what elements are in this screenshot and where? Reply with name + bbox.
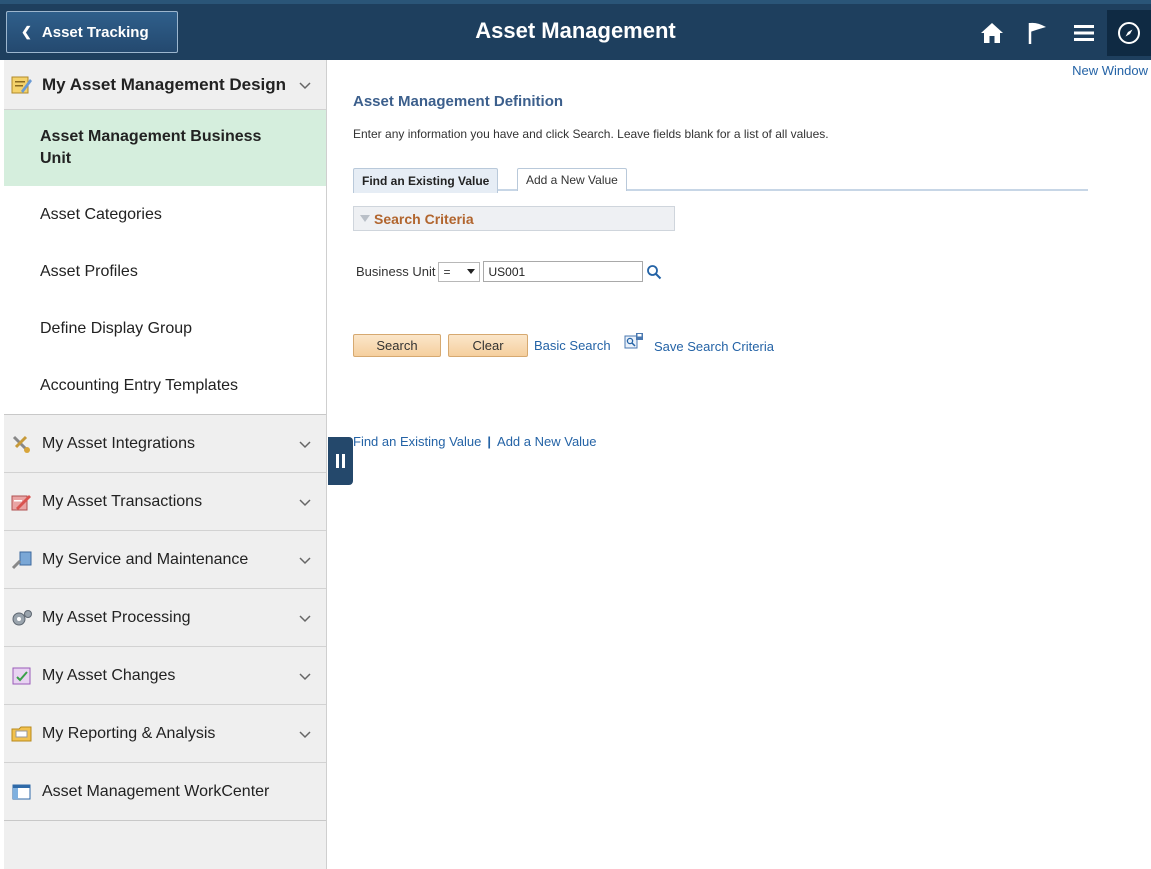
group-my-asset-management-design[interactable]: My Asset Management Design: [4, 60, 326, 110]
flag-icon[interactable]: [1015, 10, 1061, 56]
pause-bar-icon: [336, 454, 339, 468]
clear-button[interactable]: Clear: [448, 334, 528, 357]
page-title: Asset Management Definition: [353, 93, 564, 110]
group-label: My Asset Management Design: [42, 74, 287, 94]
group-my-asset-integrations[interactable]: My Asset Integrations: [4, 415, 326, 473]
search-criteria-title: Search Criteria: [374, 210, 474, 227]
chevron-left-icon: ❮: [21, 24, 32, 39]
chevron-down-icon: [298, 727, 312, 741]
tools-icon: [10, 433, 34, 455]
design-notepad-icon: [10, 74, 34, 96]
tab-find-existing-value[interactable]: Find an Existing Value: [353, 168, 499, 193]
changes-icon: [10, 665, 34, 687]
group-label: My Asset Transactions: [42, 492, 203, 510]
menu-icon[interactable]: [1061, 10, 1107, 56]
group-label: Asset Management WorkCenter: [42, 782, 270, 800]
search-tabs: Find an Existing Value Add a New Value: [353, 168, 1088, 193]
left-navigation-panel: My Asset Management Design Asset Managem…: [4, 60, 327, 869]
pause-bar-icon: [342, 454, 345, 468]
sidebar-item-define-display-group[interactable]: Define Display Group: [4, 300, 326, 357]
group-label: My Reporting & Analysis: [42, 724, 216, 742]
search-button[interactable]: Search: [353, 334, 441, 357]
new-window-link[interactable]: New Window: [1072, 63, 1148, 78]
navbar-compass-icon[interactable]: [1107, 10, 1151, 56]
chevron-down-icon: [298, 553, 312, 567]
group-my-asset-transactions[interactable]: My Asset Transactions: [4, 473, 326, 531]
back-button[interactable]: ❮ Asset Tracking: [6, 11, 178, 53]
lookup-magnifier-icon[interactable]: [646, 264, 662, 280]
group-my-reporting-and-analysis[interactable]: My Reporting & Analysis: [4, 705, 326, 763]
operator-value: =: [443, 264, 451, 279]
collapse-panel-handle[interactable]: [328, 437, 353, 485]
basic-search-link[interactable]: Basic Search: [534, 338, 611, 353]
chevron-down-icon: [298, 611, 312, 625]
home-icon[interactable]: [969, 10, 1015, 56]
gears-icon: [10, 607, 34, 629]
group-my-service-and-maintenance[interactable]: My Service and Maintenance: [4, 531, 326, 589]
sidebar-item-workcenter[interactable]: Asset Management WorkCenter: [4, 763, 326, 821]
sidebar-item-asset-categories[interactable]: Asset Categories: [4, 186, 326, 243]
tab-add-new-value[interactable]: Add a New Value: [517, 168, 627, 191]
sidebar-item-accounting-entry-templates[interactable]: Accounting Entry Templates: [4, 357, 326, 414]
search-criteria-header[interactable]: Search Criteria: [353, 206, 675, 231]
banner-actions: [969, 10, 1151, 56]
business-unit-label: Business Unit: [356, 264, 436, 279]
chevron-down-icon: [298, 669, 312, 683]
find-existing-value-link[interactable]: Find an Existing Value: [353, 434, 481, 449]
workcenter-icon: [10, 781, 34, 803]
group-label: My Asset Processing: [42, 608, 191, 626]
open-group-items: Asset Management Business Unit Asset Cat…: [4, 110, 326, 415]
dropdown-arrow-icon: [467, 269, 476, 274]
collapse-triangle-icon: [360, 215, 370, 222]
add-new-value-link[interactable]: Add a New Value: [497, 434, 597, 449]
group-my-asset-changes[interactable]: My Asset Changes: [4, 647, 326, 705]
instructions-text: Enter any information you have and click…: [353, 127, 829, 141]
top-banner: ❮ Asset Tracking Asset Management: [0, 0, 1151, 60]
group-label: My Asset Changes: [42, 666, 176, 684]
bottom-links: Find an Existing Value | Add a New Value: [353, 434, 597, 449]
folder-icon: [10, 723, 34, 745]
group-label: My Asset Integrations: [42, 434, 195, 452]
link-separator: |: [487, 434, 492, 449]
sidebar-item-business-unit[interactable]: Asset Management Business Unit: [4, 110, 326, 186]
transaction-icon: [10, 491, 34, 513]
business-unit-input[interactable]: [483, 261, 644, 282]
service-icon: [10, 549, 34, 571]
save-search-criteria-icon[interactable]: [624, 332, 644, 350]
chevron-up-icon: [298, 78, 312, 92]
group-my-asset-processing[interactable]: My Asset Processing: [4, 589, 326, 647]
chevron-down-icon: [298, 437, 312, 451]
business-unit-row: Business Unit =: [356, 261, 662, 282]
chevron-down-icon: [298, 495, 312, 509]
group-label: My Service and Maintenance: [42, 550, 249, 568]
operator-select[interactable]: =: [438, 261, 481, 282]
save-search-criteria-link[interactable]: Save Search Criteria: [654, 339, 774, 354]
sidebar-item-asset-profiles[interactable]: Asset Profiles: [4, 243, 326, 300]
back-button-label: Asset Tracking: [41, 23, 149, 41]
